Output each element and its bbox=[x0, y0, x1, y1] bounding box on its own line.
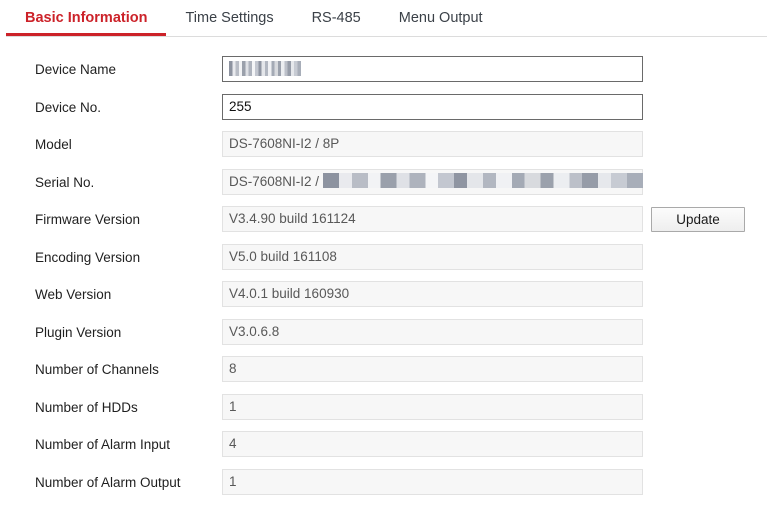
field-label: Model bbox=[35, 137, 72, 152]
field-label: Encoding Version bbox=[35, 249, 141, 265]
field-label: Firmware Version bbox=[35, 212, 141, 227]
form-row: Device No. 255 bbox=[0, 93, 773, 132]
readonly-number-of-alarm-output: 1 bbox=[222, 468, 643, 495]
redacted-value bbox=[229, 60, 301, 76]
field-label: Number of HDDs bbox=[35, 399, 138, 415]
field-value: V3.4.90 build 161124 bbox=[229, 211, 356, 226]
input-device-name[interactable] bbox=[222, 56, 643, 82]
readonly-plugin-version: V3.0.6.8 bbox=[222, 318, 643, 345]
field-value: V5.0 build 161108 bbox=[229, 248, 337, 264]
tab-basic-information[interactable]: Basic Information bbox=[6, 0, 167, 36]
field-value: V3.0.6.8 bbox=[229, 323, 280, 339]
basic-information-form: Device Name Device No. 255 Model DS-7608NI-I… bbox=[0, 56, 773, 506]
field-label: Device Name bbox=[35, 62, 117, 77]
form-row: Number of Alarm Output 1 bbox=[0, 468, 773, 507]
readonly-number-of-alarm-input: 4 bbox=[222, 431, 643, 457]
readonly-firmware-version: V3.4.90 build 161124 bbox=[222, 206, 643, 232]
tab-menu-output[interactable]: Menu Output bbox=[380, 0, 502, 36]
field-value: 4 bbox=[229, 436, 237, 451]
tab-time-settings[interactable]: Time Settings bbox=[166, 0, 292, 36]
field-value: 1 bbox=[229, 473, 237, 489]
readonly-number-of-channels: 8 bbox=[222, 356, 643, 382]
field-label: Plugin Version bbox=[35, 324, 122, 340]
update-button[interactable]: Update bbox=[651, 207, 745, 232]
field-label: Serial No. bbox=[35, 174, 95, 190]
field-value: V4.0.1 build 160930 bbox=[229, 286, 350, 301]
form-row: Serial No. DS-7608NI-I2 / bbox=[0, 168, 773, 207]
tab-bar-divider bbox=[6, 36, 767, 37]
field-label: Web Version bbox=[35, 287, 112, 302]
form-row: Encoding Version V5.0 build 161108 bbox=[0, 243, 773, 282]
readonly-serial-no: DS-7608NI-I2 / bbox=[222, 168, 643, 195]
form-row: Firmware Version V3.4.90 build 161124 Upda… bbox=[0, 206, 773, 244]
readonly-number-of-hdds: 1 bbox=[222, 393, 643, 420]
readonly-encoding-version: V5.0 build 161108 bbox=[222, 243, 643, 270]
field-value: 8 bbox=[229, 361, 237, 376]
tab-rs-485[interactable]: RS-485 bbox=[293, 0, 380, 36]
form-row: Plugin Version V3.0.6.8 bbox=[0, 318, 773, 357]
form-row: Model DS-7608NI-I2 / 8P bbox=[0, 131, 773, 169]
readonly-model: DS-7608NI-I2 / 8P bbox=[222, 131, 643, 157]
form-row: Number of Channels 8 bbox=[0, 356, 773, 394]
field-value: DS-7608NI-I2 / bbox=[229, 173, 323, 189]
form-row: Number of HDDs 1 bbox=[0, 393, 773, 432]
field-label: Number of Alarm Input bbox=[35, 437, 171, 452]
field-value: 1 bbox=[229, 398, 237, 414]
field-value: DS-7608NI-I2 / 8P bbox=[229, 136, 340, 151]
tab-list: Basic Information Time Settings RS-485 Menu… bbox=[6, 0, 502, 36]
readonly-web-version: V4.0.1 build 160930 bbox=[222, 281, 643, 307]
field-label: Number of Channels bbox=[35, 362, 159, 377]
form-row: Number of Alarm Input 4 bbox=[0, 431, 773, 469]
redacted-value bbox=[322, 173, 643, 189]
tab-bar: Basic Information Time Settings RS-485 Menu… bbox=[0, 0, 773, 38]
field-value: 255 bbox=[229, 98, 252, 114]
form-row: Device Name bbox=[0, 56, 773, 94]
field-label: Device No. bbox=[35, 99, 102, 115]
input-device-no[interactable]: 255 bbox=[222, 93, 643, 120]
form-row: Web Version V4.0.1 build 160930 bbox=[0, 281, 773, 319]
field-label: Number of Alarm Output bbox=[35, 474, 181, 490]
